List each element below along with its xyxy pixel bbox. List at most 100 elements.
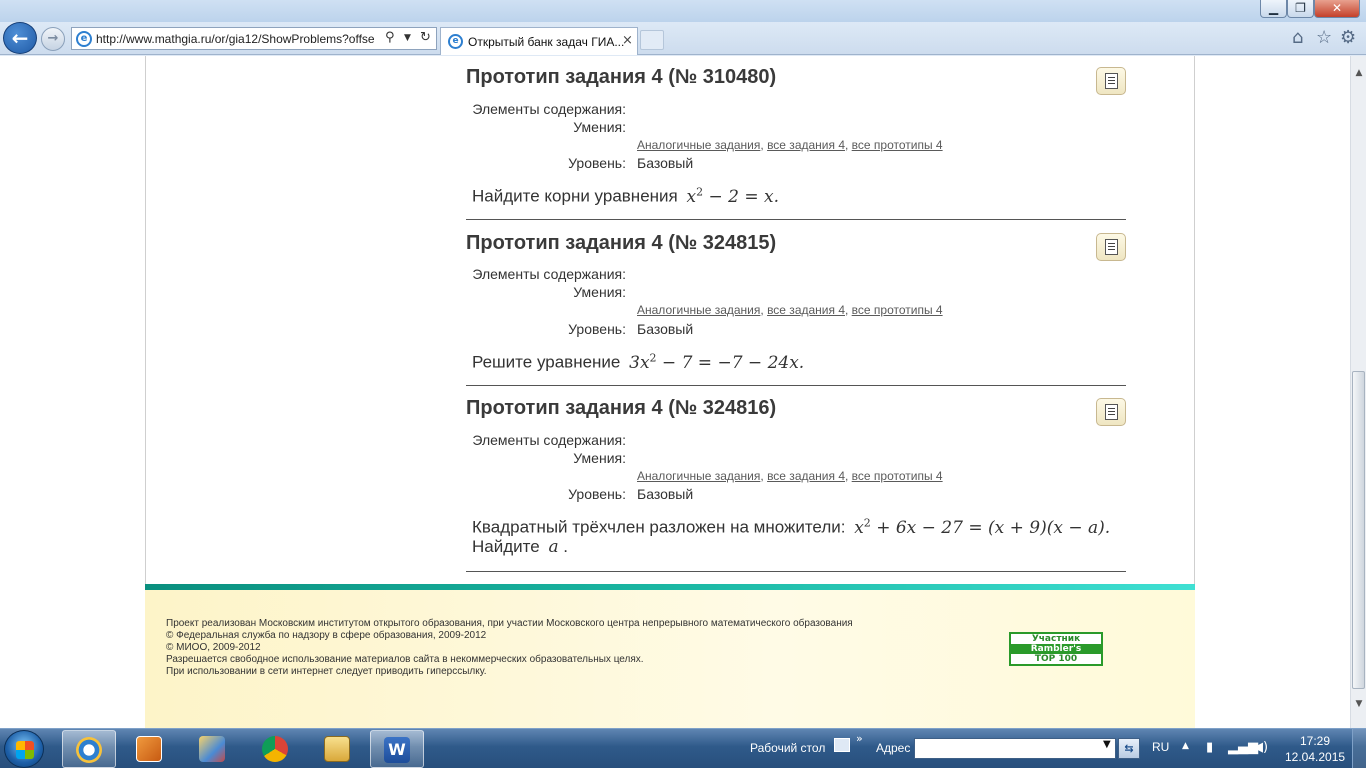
scroll-thumb[interactable] [1352, 371, 1365, 689]
tab-active[interactable]: e Открытый банк задач ГИА... × [440, 27, 638, 55]
clock-date[interactable]: 12.04.2015 [1285, 750, 1345, 764]
settings-gear-icon[interactable]: ⚙ [1340, 27, 1356, 48]
refresh-icon[interactable]: ↻ [420, 30, 431, 45]
all-tasks-link[interactable]: все задания 4 [767, 469, 845, 483]
taskbar-word[interactable]: W [370, 730, 424, 768]
divider [466, 219, 1126, 220]
battery-icon[interactable]: ▮ [1206, 740, 1213, 755]
window-title-bar: ▁ ❐ ✕ [0, 0, 1366, 22]
internet-explorer-icon [76, 737, 102, 763]
vertical-scrollbar[interactable]: ▲ ▼ [1350, 56, 1366, 728]
taskbar-explorer[interactable] [310, 730, 364, 768]
level-label: Уровень: [568, 321, 626, 337]
problem-links: Аналогичные задания, все задания 4, все … [637, 303, 943, 317]
elements-label: Элементы содержания: [472, 432, 626, 448]
divider [466, 571, 1126, 572]
print-button[interactable] [1096, 67, 1126, 95]
print-button[interactable] [1096, 398, 1126, 426]
back-button[interactable]: ← [3, 22, 37, 54]
formula-exponent: 2 [649, 351, 657, 364]
footer-line: © МИОО, 2009-2012 [166, 642, 261, 653]
problem-title: Прототип задания 4 (№ 310480) [466, 66, 777, 88]
statement-text: Решите уравнение [472, 352, 621, 372]
statement-text: Найдите корни уравнения [472, 186, 678, 206]
dropdown-icon[interactable]: ▼ [1103, 739, 1111, 750]
home-icon[interactable]: ⌂ [1292, 27, 1303, 48]
language-indicator[interactable]: RU [1152, 740, 1169, 754]
statement-text: Найдите [472, 537, 540, 556]
address-bar[interactable]: e http://www.mathgia.ru/or/gia12/ShowPro… [71, 27, 437, 50]
scroll-up-arrow-icon[interactable]: ▲ [1351, 68, 1366, 82]
problem-links: Аналогичные задания, все задания 4, все … [637, 138, 943, 152]
problem-title: Прототип задания 4 (№ 324816) [466, 397, 777, 419]
close-window-button[interactable]: ✕ [1314, 0, 1360, 18]
show-hidden-icons-icon[interactable]: ▲ [1182, 741, 1189, 751]
maximize-button[interactable]: ❐ [1287, 0, 1314, 18]
desktop-toolbar-label[interactable]: Рабочий стол [750, 741, 825, 755]
document-icon [1105, 73, 1118, 89]
dropdown-icon[interactable]: ▼ [404, 33, 411, 43]
elements-label: Элементы содержания: [472, 101, 626, 117]
all-tasks-link[interactable]: все задания 4 [767, 138, 845, 152]
rambler-line: Участник [1031, 634, 1081, 644]
favorites-star-icon[interactable]: ☆ [1316, 27, 1332, 48]
new-tab-button[interactable] [640, 30, 664, 50]
similar-tasks-link[interactable]: Аналогичные задания [637, 303, 760, 317]
rambler-top100-badge[interactable]: Участник Rambler's TOP 100 [1009, 632, 1103, 666]
all-prototypes-link[interactable]: все прототипы 4 [852, 303, 943, 317]
all-prototypes-link[interactable]: все прототипы 4 [852, 138, 943, 152]
problem-statement: Решите уравнение 3x2 − 7 = −7 − 24x. [472, 351, 804, 373]
ie-favicon-icon: e [76, 31, 92, 47]
clock-time[interactable]: 17:29 [1300, 734, 1330, 748]
formula: 3x2 − 7 = −7 − 24x. [629, 351, 805, 373]
footer-text: Проект реализован Московским институтом … [166, 618, 853, 678]
formula-exponent: 2 [863, 516, 871, 529]
windows-logo-icon [16, 741, 34, 759]
footer: Проект реализован Московским институтом … [145, 590, 1195, 728]
statement-text: Квадратный трёхчлен разложен на множител… [472, 517, 846, 537]
scroll-down-arrow-icon[interactable]: ▼ [1351, 699, 1366, 713]
url-text[interactable]: http://www.mathgia.ru/or/gia12/ShowProbl… [96, 32, 381, 46]
taskbar-address-input[interactable] [914, 738, 1116, 759]
show-desktop-button[interactable] [1352, 729, 1366, 768]
taskbar-paint[interactable] [185, 730, 239, 768]
formula: x2 + 6x − 27 = (x + 9)(x − a). [854, 516, 1111, 538]
divider [466, 385, 1126, 386]
tab-close-icon[interactable]: × [622, 33, 633, 48]
minimize-button[interactable]: ▁ [1260, 0, 1287, 18]
all-tasks-link[interactable]: все задания 4 [767, 303, 845, 317]
all-prototypes-link[interactable]: все прототипы 4 [852, 469, 943, 483]
page-viewport: Прототип задания 4 (№ 310480) Элементы с… [0, 56, 1350, 728]
chevron-right-icon[interactable]: » [856, 732, 863, 745]
rambler-line: TOP 100 [1034, 654, 1078, 664]
footer-line: Разрешается свободное использование мате… [166, 654, 644, 665]
media-player-icon [136, 736, 162, 762]
formula-base: x [854, 517, 864, 538]
forward-button[interactable]: → [41, 27, 65, 51]
formula-rest: − 2 = x [703, 186, 774, 207]
start-button[interactable] [4, 730, 44, 768]
problem-statement: Найдите корни уравнения x2 − 2 = x. [472, 185, 779, 207]
formula-base: 3x [629, 352, 650, 373]
document-icon [1105, 404, 1118, 420]
search-icon[interactable]: ⚲ [385, 30, 395, 45]
browser-toolbar: ← → e http://www.mathgia.ru/or/gia12/Sho… [0, 22, 1366, 55]
word-icon: W [384, 737, 410, 763]
desktop-toolbar-icon[interactable] [834, 738, 850, 752]
paint-icon [199, 736, 225, 762]
address-toolbar-label: Адрес [876, 741, 911, 755]
footer-line: Проект реализован Московским институтом … [166, 618, 853, 629]
taskbar-chrome[interactable] [248, 730, 302, 768]
taskbar-media-player[interactable] [122, 730, 176, 768]
document-icon [1105, 239, 1118, 255]
formula-base: x [686, 186, 697, 207]
volume-icon[interactable]: ◀) [1253, 740, 1268, 755]
formula-rest: − 7 = −7 − 24x [656, 352, 799, 373]
go-button[interactable]: ⇆ [1118, 738, 1140, 759]
print-button[interactable] [1096, 233, 1126, 261]
level-label: Уровень: [568, 486, 626, 502]
similar-tasks-link[interactable]: Аналогичные задания [637, 469, 760, 483]
similar-tasks-link[interactable]: Аналогичные задания [637, 138, 760, 152]
taskbar-ie[interactable] [62, 730, 116, 768]
skills-label: Умения: [573, 284, 626, 300]
